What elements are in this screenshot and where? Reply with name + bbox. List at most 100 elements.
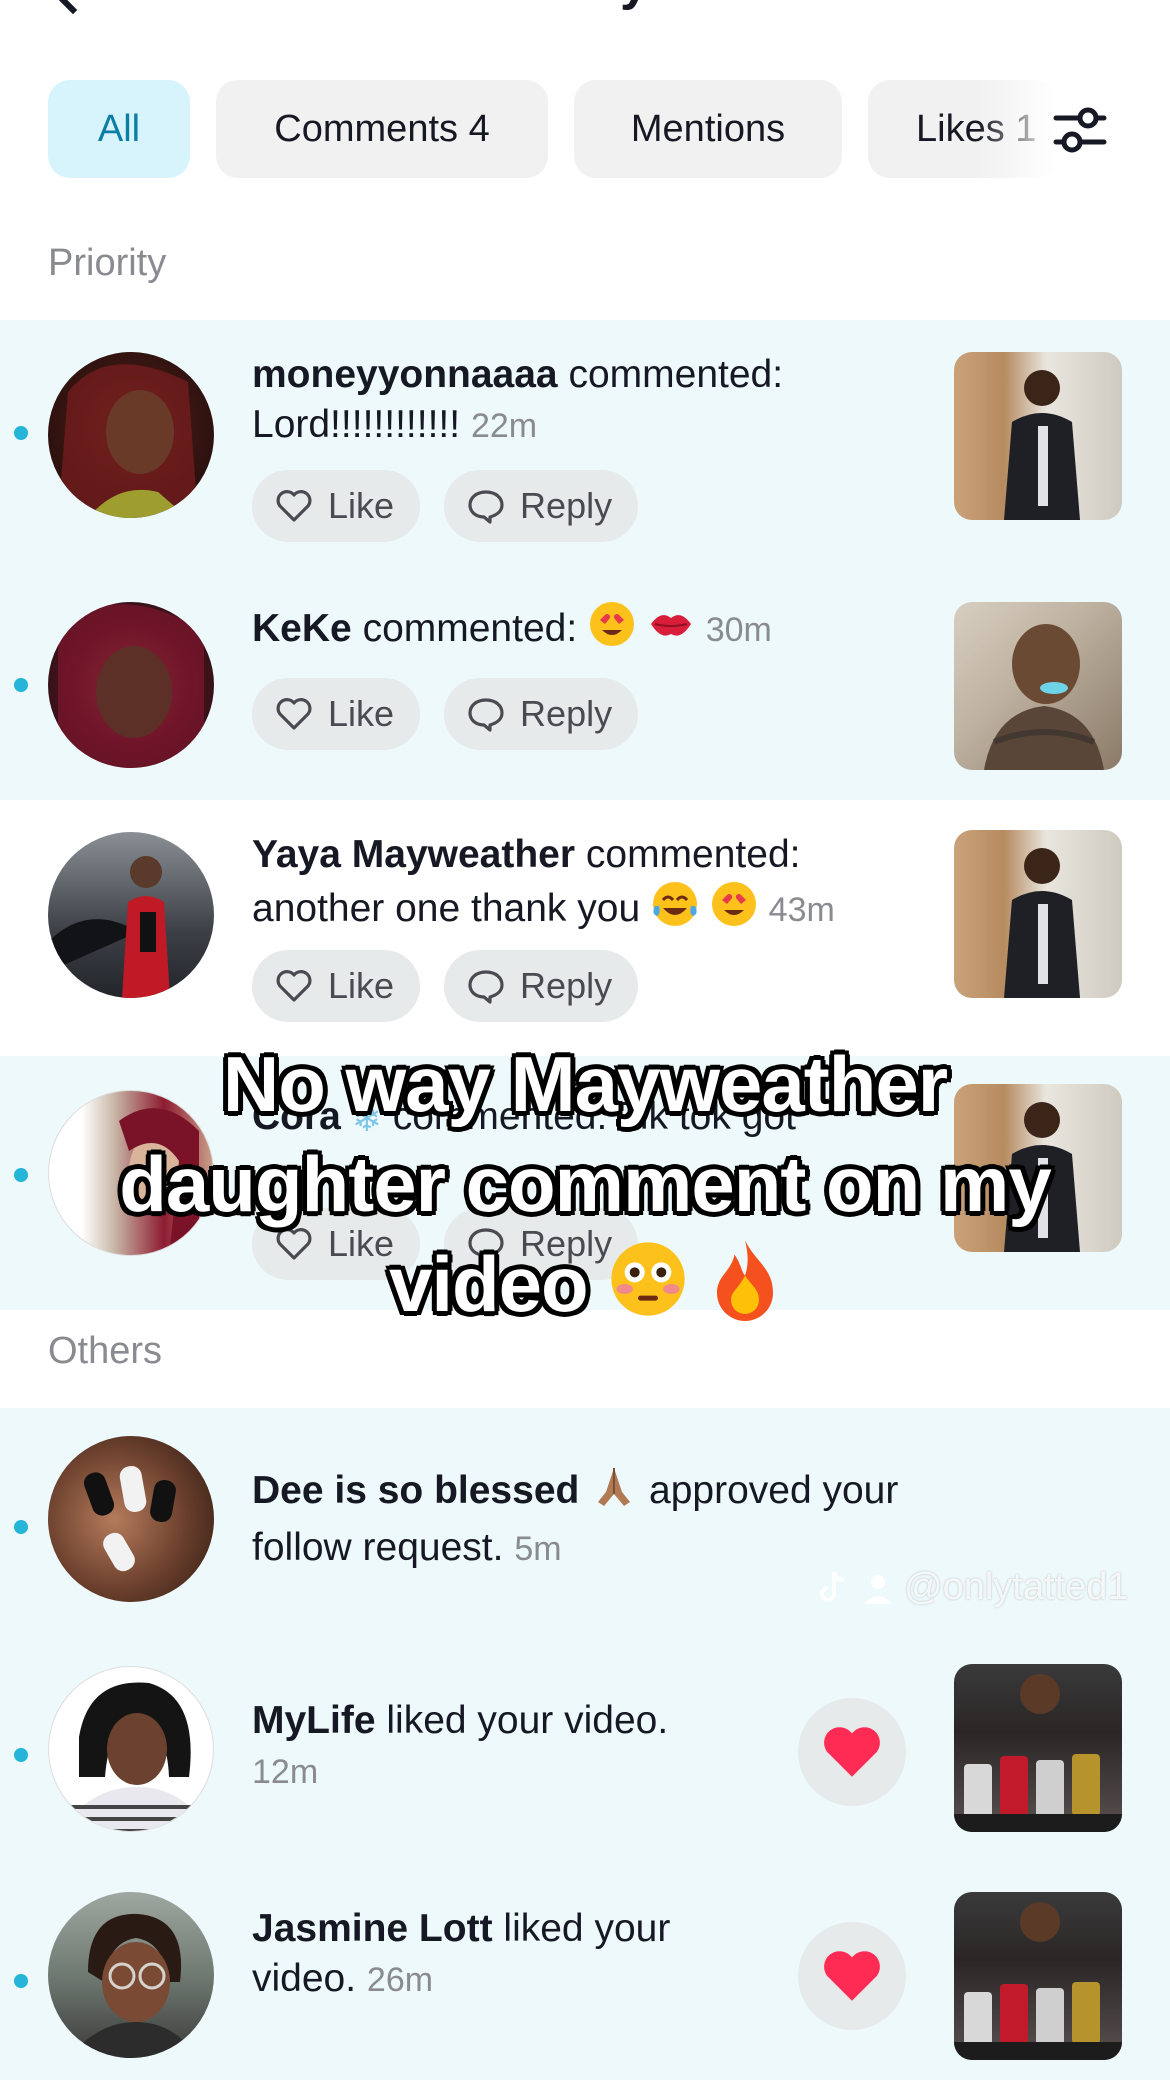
timestamp: 5m xyxy=(514,1530,562,1568)
like-label: Like xyxy=(328,485,395,526)
avatar[interactable] xyxy=(48,1666,214,1832)
notification-verb: liked your video. xyxy=(386,1699,669,1742)
username[interactable]: MyLife xyxy=(252,1699,376,1742)
notification-row[interactable]: Jasmine Lott liked your video. 26m xyxy=(0,1864,1170,2080)
username[interactable]: moneyyonnaaaa xyxy=(252,353,558,396)
filter-tabs: All Comments 4 Mentions Likes 1 xyxy=(0,80,1170,184)
liked-heart-button[interactable] xyxy=(798,1922,906,2030)
barber-tools-icon xyxy=(954,1674,1122,1832)
notification-verb: commented: xyxy=(585,833,801,876)
notification-verb: commented: xyxy=(362,606,578,650)
tab-mentions[interactable]: Mentions xyxy=(574,80,842,178)
tiktok-watermark: @onlytatted1 xyxy=(812,1566,1129,1609)
folded-hands-emoji-icon xyxy=(590,1462,638,1523)
unread-dot xyxy=(14,1520,28,1534)
video-thumbnail[interactable] xyxy=(954,602,1122,770)
like-button[interactable]: Like xyxy=(252,678,421,750)
reply-button[interactable]: Reply xyxy=(444,950,639,1022)
section-others-label: Others xyxy=(48,1330,163,1372)
fire-emoji-icon xyxy=(709,1237,781,1344)
video-thumbnail[interactable] xyxy=(954,1892,1122,2060)
video-thumbnail[interactable] xyxy=(954,830,1122,998)
timestamp: 12m xyxy=(252,1753,319,1791)
video-person-icon xyxy=(1004,370,1080,520)
notification-row[interactable]: KeKe commented: 30m Like Reply xyxy=(0,570,1170,800)
notification-row[interactable]: moneyyonnaaaa commented: Lord!!!!!!!!!!!… xyxy=(0,320,1170,570)
like-label: Like xyxy=(328,693,395,734)
like-button[interactable]: Like xyxy=(252,470,421,542)
row-actions: Like Reply xyxy=(252,470,639,542)
avatar-photo-icon xyxy=(58,604,204,768)
timestamp: 43m xyxy=(768,890,835,929)
video-caption-overlay: No way Mayweather daughter comment on my… xyxy=(60,1034,1110,1344)
heart-filled-icon xyxy=(824,1727,880,1777)
notification-text: moneyyonnaaaa commented: Lord!!!!!!!!!!!… xyxy=(252,350,932,451)
avatar[interactable] xyxy=(48,602,214,768)
avatar-photo-icon xyxy=(83,1466,176,1572)
heart-outline-icon xyxy=(276,970,312,1002)
like-label: Like xyxy=(328,965,395,1006)
heart-outline-icon xyxy=(276,490,312,522)
timestamp: 26m xyxy=(366,1961,434,1999)
avatar[interactable] xyxy=(48,352,214,518)
page-title: y xyxy=(620,0,649,12)
section-priority-label: Priority xyxy=(48,242,167,284)
avatar[interactable] xyxy=(48,1436,214,1602)
back-arrow-icon[interactable] xyxy=(51,0,95,15)
speech-bubble-icon xyxy=(468,490,504,524)
video-thumbnail[interactable] xyxy=(954,352,1122,520)
caption-line-1: No way Mayweather xyxy=(222,1040,948,1128)
tab-comments[interactable]: Comments 4 xyxy=(216,80,548,178)
caption-line-3-wrap: video xyxy=(60,1234,1110,1344)
row-actions: Like Reply xyxy=(252,678,639,750)
avatar[interactable] xyxy=(48,1892,214,2058)
avatar-photo-icon xyxy=(58,364,198,518)
unread-dot xyxy=(14,1168,28,1182)
liked-heart-button[interactable] xyxy=(798,1698,906,1806)
notification-row[interactable]: MyLife liked your video. 12m xyxy=(0,1644,1170,1864)
comment-text: Lord!!!!!!!!!!!! xyxy=(252,403,461,446)
video-person-icon xyxy=(1004,848,1080,998)
reply-button[interactable]: Reply xyxy=(444,470,639,542)
speech-bubble-icon xyxy=(468,970,504,1004)
timestamp: 22m xyxy=(470,407,538,445)
username[interactable]: Jasmine Lott xyxy=(252,1907,493,1950)
filter-settings-icon[interactable] xyxy=(1052,102,1108,158)
flushed-face-emoji-icon xyxy=(608,1239,688,1342)
username[interactable]: KeKe xyxy=(252,607,352,650)
notification-text: KeKe commented: 30m xyxy=(252,600,932,661)
notification-verb: commented: xyxy=(568,353,784,396)
tab-likes[interactable]: Likes 1 xyxy=(868,80,1058,178)
notification-row[interactable]: Yaya Mayweather commented: another one t… xyxy=(0,800,1170,1056)
speech-bubble-icon xyxy=(468,698,504,732)
caption-line-3: video xyxy=(388,1240,589,1328)
tab-all[interactable]: All xyxy=(48,80,190,178)
heart-filled-icon xyxy=(824,1951,880,2001)
row-actions: Like Reply xyxy=(252,950,639,1022)
unread-dot xyxy=(14,426,28,440)
watermark-handle: @onlytatted1 xyxy=(904,1566,1129,1608)
reply-button[interactable]: Reply xyxy=(444,678,639,750)
reply-label: Reply xyxy=(520,485,613,526)
unread-dot xyxy=(14,1748,28,1762)
avatar-photo-icon xyxy=(48,856,170,998)
tiktok-logo-icon xyxy=(820,1570,845,1602)
username[interactable]: Yaya Mayweather xyxy=(252,833,575,876)
video-thumbnail[interactable] xyxy=(954,1664,1122,1832)
heart-eyes-emoji-icon xyxy=(588,600,636,661)
username[interactable]: Dee is so blessed xyxy=(252,1469,579,1512)
notification-text: Yaya Mayweather commented: another one t… xyxy=(252,830,912,941)
heart-eyes-emoji-icon xyxy=(710,880,758,941)
video-person-icon xyxy=(984,624,1104,770)
notification-text: Dee is so blessed approved your follow r… xyxy=(252,1462,932,1574)
avatar[interactable] xyxy=(48,832,214,998)
unread-dot xyxy=(14,1974,28,1988)
heart-outline-icon xyxy=(276,698,312,730)
kiss-lips-emoji-icon xyxy=(647,604,695,657)
avatar-photo-icon xyxy=(68,1913,198,2058)
barber-tools-icon xyxy=(954,1902,1122,2060)
user-profile-icon xyxy=(864,1574,892,1604)
like-button[interactable]: Like xyxy=(252,950,421,1022)
caption-line-2: daughter comment on my xyxy=(119,1140,1051,1228)
notification-text: Jasmine Lott liked your video. 26m xyxy=(252,1904,772,2005)
